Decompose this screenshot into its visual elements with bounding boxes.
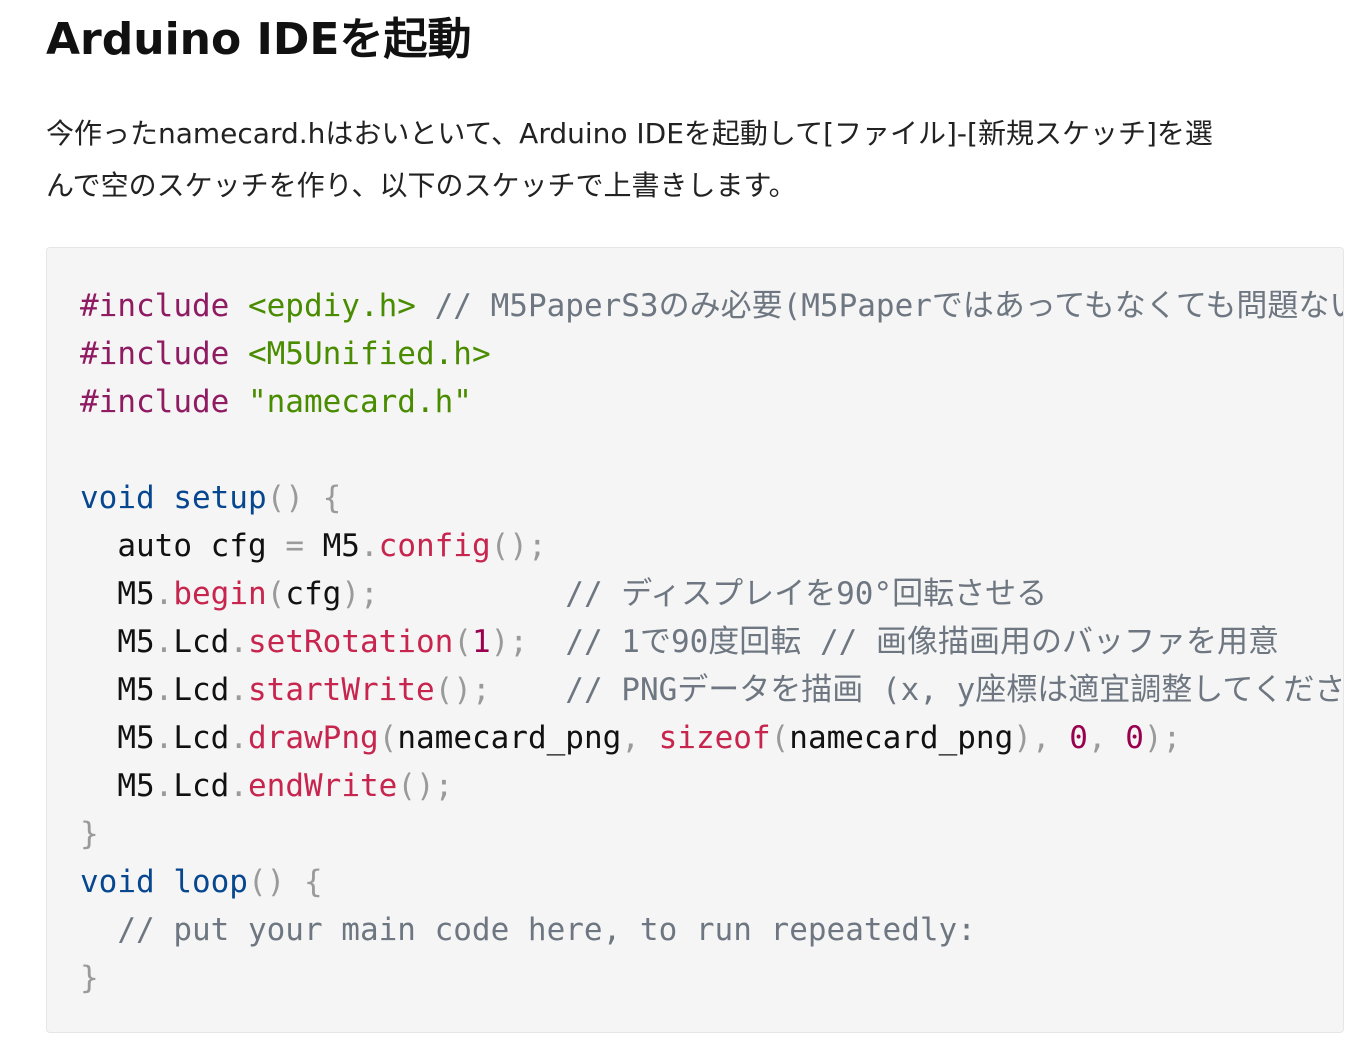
code-token: .	[359, 528, 379, 564]
code-line: M5.Lcd.startWrite(); // PNGデータを描画 (x, y座…	[80, 666, 1344, 714]
code-token: M5	[80, 768, 155, 804]
code-line: #include <M5Unified.h>	[80, 330, 1343, 378]
code-line: void loop() {	[80, 858, 1343, 906]
code-line: #include "namecard.h"	[80, 378, 1343, 426]
code-token: void loop	[80, 864, 248, 900]
code-token: // M5PaperS3のみ必要(M5Paperではあってもなくても問題ない)	[415, 288, 1344, 324]
code-token: #include	[80, 384, 248, 420]
code-token: cfg	[285, 576, 342, 612]
code-token: ,	[1087, 720, 1126, 756]
code-line: auto cfg = M5.config();	[80, 522, 1343, 570]
code-token: }	[80, 816, 99, 852]
code-token: (	[453, 624, 472, 660]
code-token: .	[229, 768, 248, 804]
code-token: .	[229, 720, 248, 756]
code-line: void setup() {	[80, 474, 1343, 522]
code-token: drawPng	[248, 720, 379, 756]
code-token: );	[490, 624, 528, 660]
code-token: .	[154, 720, 174, 756]
code-token: .	[154, 672, 174, 708]
code-token: 0	[1069, 720, 1088, 756]
code-token: Lcd	[173, 672, 230, 708]
code-token: ();	[434, 672, 491, 708]
code-token: #include	[80, 288, 248, 324]
code-token: ,	[621, 720, 659, 756]
code-token: () {	[247, 864, 323, 900]
code-token: <M5Unified.h>	[247, 336, 491, 372]
paragraph-line-1: 今作ったnamecard.hはおいといて、Arduino IDEを起動して[ファ…	[46, 117, 1213, 150]
code-token: M5	[80, 720, 155, 756]
code-line: }	[80, 954, 1343, 1002]
code-token: ();	[490, 528, 547, 564]
code-token: ();	[397, 768, 454, 804]
code-line: M5.Lcd.setRotation(1); // 1で90度回転 // 画像描…	[80, 618, 1343, 666]
code-token: "namecard.h"	[247, 384, 472, 420]
code-line: M5.Lcd.endWrite();	[80, 762, 1343, 810]
code-token: setRotation	[248, 624, 454, 660]
code-token: config	[378, 528, 491, 564]
code-token: auto cfg	[80, 528, 286, 564]
intro-paragraph: 今作ったnamecard.hはおいといて、Arduino IDEを起動して[ファ…	[46, 108, 1346, 212]
code-token: namecard_png	[789, 720, 1014, 756]
code-token: .	[229, 672, 248, 708]
code-token: M5	[80, 672, 155, 708]
paragraph-line-2: んで空のスケッチを作り、以下のスケッチで上書きします。	[46, 169, 797, 202]
code-block[interactable]: #include <epdiy.h> // M5PaperS3のみ必要(M5Pa…	[46, 247, 1344, 1033]
code-token: );	[341, 576, 379, 612]
code-token: // 1で90度回転 // 画像描画用のバッファを用意	[565, 624, 1279, 660]
code-token: .	[154, 576, 174, 612]
code-token: (	[770, 720, 790, 756]
code-token: .	[154, 768, 174, 804]
code-token: .	[154, 624, 174, 660]
code-token: ),	[1013, 720, 1070, 756]
code-token: Lcd	[173, 624, 230, 660]
code-token: // ディスプレイを90°回転させる	[565, 576, 1048, 612]
code-token: startWrite	[248, 672, 435, 708]
code-token: endWrite	[248, 768, 398, 804]
code-token: M5	[80, 576, 155, 612]
code-token: void setup	[80, 480, 267, 516]
code-line: }	[80, 810, 1343, 858]
code-token: Lcd	[173, 720, 230, 756]
code-token: (	[266, 576, 286, 612]
code-token: begin	[173, 576, 267, 612]
code-line: // put your main code here, to run repea…	[80, 906, 1343, 954]
code-token: // put your main code here, to run repea…	[80, 912, 976, 948]
code-line: M5.Lcd.drawPng(namecard_png, sizeof(name…	[80, 714, 1343, 762]
code-token: 0	[1125, 720, 1144, 756]
code-token: M5	[80, 624, 155, 660]
code-token: M5	[303, 528, 360, 564]
code-token: <epdiy.h>	[247, 288, 416, 324]
code-token: (	[378, 720, 398, 756]
section-heading: Arduino IDEを起動	[46, 14, 472, 65]
code-token: }	[80, 960, 99, 996]
code-token: // PNGデータを描画 (x, y座標は適宜調整してください)	[565, 672, 1344, 708]
code-token: sizeof	[658, 720, 771, 756]
code-token: .	[229, 624, 248, 660]
code-token: =	[285, 528, 304, 564]
code-token: Lcd	[173, 768, 230, 804]
code-line: #include <epdiy.h> // M5PaperS3のみ必要(M5Pa…	[80, 282, 1344, 330]
code-line: M5.begin(cfg); // ディスプレイを90°回転させる	[80, 570, 1343, 618]
code-token: );	[1143, 720, 1182, 756]
code-token: #include	[80, 336, 248, 372]
code-listing[interactable]: #include <epdiy.h> // M5PaperS3のみ必要(M5Pa…	[80, 282, 1344, 1002]
code-token: namecard_png	[397, 720, 622, 756]
code-token: 1	[471, 624, 491, 660]
code-token: () {	[266, 480, 342, 516]
